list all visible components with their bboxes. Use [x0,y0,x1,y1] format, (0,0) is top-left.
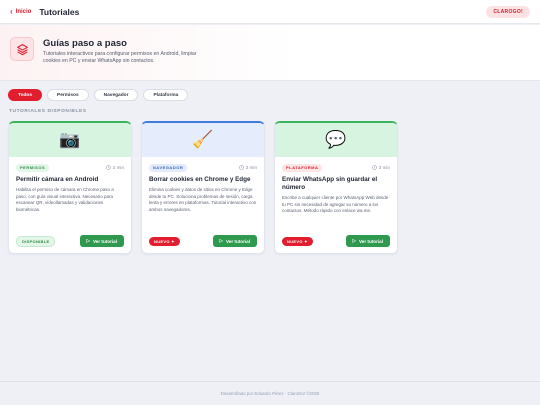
filter-bar: Todos Permisos Navegador Plataforma [8,89,189,101]
card-title: Borrar cookies en Chrome y Edge [149,176,251,183]
view-tutorial-button[interactable]: ▷ Ver tutorial [79,235,124,247]
layers-icon [10,37,34,61]
play-icon: ▷ [86,238,90,243]
duration-label: 3 min [378,165,390,170]
chevron-left-icon: ‹ [10,6,13,16]
brand-badge: CLAROGO! [486,6,530,18]
tutorial-card[interactable]: 📷 PERMISOS 2 min Permitir cámara en Andr… [8,121,132,254]
filter-chip-permisos[interactable]: Permisos [47,89,89,101]
category-badge: PLATAFORMA [282,163,323,172]
card-description: Habilita el permiso de cámara en Chrome … [16,187,114,212]
duration: 3 min [239,165,257,170]
filter-chip-navegador[interactable]: Navegador [93,89,139,101]
camera-icon: 📷 [59,130,81,149]
back-link[interactable]: ‹ Inicio [10,6,32,16]
page-footer: Desarrollado por Eduardo Pérez · ClaroGo… [0,381,540,405]
card-header: 🧹 [142,123,264,157]
section-heading: TUTORIALES DISPONIBLES [9,109,87,114]
duration-label: 2 min [112,165,124,170]
view-tutorial-button[interactable]: ▷ Ver tutorial [212,235,257,247]
card-header: 📷 [9,123,131,157]
button-label: Ver tutorial [226,238,250,244]
view-tutorial-button[interactable]: ▷ Ver tutorial [345,235,390,247]
status-badge: DISPONIBLE [16,235,56,247]
clock-icon [372,165,378,170]
hero-title: Guías paso a paso [43,38,127,49]
card-title: Enviar WhatsApp sin guardar el número [282,176,378,191]
card-body: NAVEGADOR 3 min Borrar cookies en Chrome… [142,157,264,213]
clock-icon [106,165,112,170]
status-badge: NUEVO ✦ [149,236,180,246]
hero-banner: Guías paso a paso Tutoriales interactivo… [0,25,540,81]
filter-chip-plataforma[interactable]: Plataforma [143,89,189,101]
category-badge: PERMISOS [16,163,50,172]
tutorial-card[interactable]: 🧹 NAVEGADOR 3 min Borrar cookies en Chro… [141,121,265,254]
button-label: Ver tutorial [359,238,383,244]
play-icon: ▷ [219,238,223,243]
duration: 3 min [372,165,390,170]
card-header: 💬 [275,123,397,157]
button-label: Ver tutorial [93,238,117,244]
tutorial-card[interactable]: 💬 PLATAFORMA 3 min Enviar WhatsApp sin g… [274,121,398,254]
hero-description: Tutoriales interactivos para configurar … [43,51,197,65]
card-description: Escribe a cualquier cliente por WhatsApp… [282,195,389,214]
play-icon: ▷ [352,238,356,243]
card-body: PLATAFORMA 3 min Enviar WhatsApp sin gua… [275,157,397,215]
broom-icon: 🧹 [192,130,214,149]
card-description: Elimina cookies y datos de sitios en Chr… [149,187,257,212]
duration-label: 3 min [245,165,257,170]
back-link-label: Inicio [15,8,32,15]
page-title: Tutoriales [39,6,80,17]
clock-icon [239,165,245,170]
card-body: PERMISOS 2 min Permitir cámara en Androi… [9,157,131,213]
filter-chip-todos[interactable]: Todos [8,89,43,101]
duration: 2 min [106,165,124,170]
top-bar: ‹ Inicio Tutoriales CLAROGO! [0,0,540,24]
category-badge: NAVEGADOR [149,163,188,172]
speech-bubble-icon: 💬 [325,130,347,149]
status-badge: NUEVO ✦ [282,236,313,246]
card-title: Permitir cámara en Android [16,176,99,183]
